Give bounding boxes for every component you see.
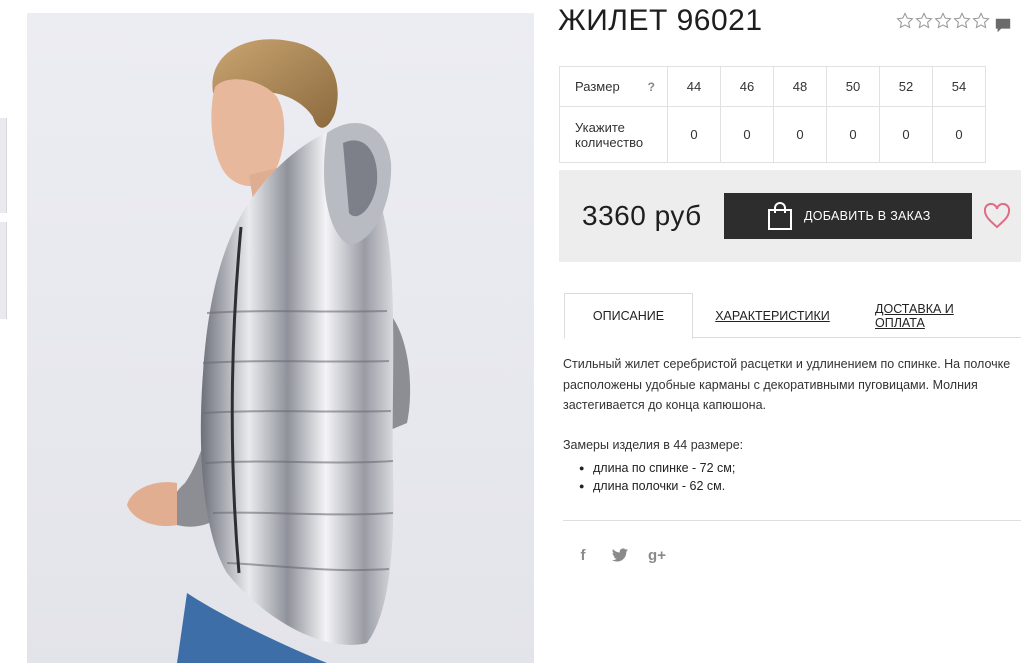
size-cell: 52 bbox=[879, 66, 933, 107]
measures-list: длина по спинке - 72 см; длина полочки -… bbox=[579, 459, 735, 495]
star-icon[interactable] bbox=[972, 12, 990, 30]
star-icon[interactable] bbox=[953, 12, 971, 30]
star-icon[interactable] bbox=[934, 12, 952, 30]
size-table: Размер ? 44 46 48 50 52 54 Укажите колич… bbox=[559, 66, 986, 163]
shopping-bag-icon bbox=[768, 202, 792, 230]
size-cell: 54 bbox=[932, 66, 986, 107]
price: 3360 руб bbox=[582, 200, 702, 231]
star-icon[interactable] bbox=[915, 12, 933, 30]
size-cell: 48 bbox=[773, 66, 827, 107]
quantity-input[interactable]: 0 bbox=[826, 106, 880, 163]
rating-stars[interactable] bbox=[896, 12, 990, 30]
star-icon[interactable] bbox=[896, 12, 914, 30]
tab-delivery-payment[interactable]: ДОСТАВКА И ОПЛАТА bbox=[875, 293, 1001, 338]
thumbnail-edge-2[interactable] bbox=[0, 222, 7, 319]
product-photo bbox=[27, 13, 534, 663]
quantity-input[interactable]: 0 bbox=[879, 106, 933, 163]
description-text: Стильный жилет серебристой расцетки и уд… bbox=[563, 357, 1011, 412]
quantity-input[interactable]: 0 bbox=[773, 106, 827, 163]
size-cell: 50 bbox=[826, 66, 880, 107]
measures-title: Замеры изделия в 44 размере: bbox=[563, 438, 744, 452]
quantity-input[interactable]: 0 bbox=[932, 106, 986, 163]
product-photo-illustration bbox=[127, 39, 411, 663]
add-to-order-button[interactable]: ДОБАВИТЬ В ЗАКАЗ bbox=[724, 193, 972, 239]
product-title: ЖИЛЕТ 96021 bbox=[558, 4, 763, 37]
thumbnail-edge-1[interactable] bbox=[0, 118, 7, 213]
help-icon[interactable]: ? bbox=[648, 80, 655, 94]
comment-icon[interactable] bbox=[994, 16, 1012, 34]
size-label: Размер bbox=[575, 79, 620, 94]
size-cell: 44 bbox=[667, 66, 721, 107]
list-item: длина по спинке - 72 см; bbox=[579, 459, 735, 477]
product-tabs: ОПИСАНИЕ ХАРАКТЕРИСТИКИ ДОСТАВКА И ОПЛАТ… bbox=[564, 293, 1021, 339]
tab-characteristics[interactable]: ХАРАКТЕРИСТИКИ bbox=[715, 293, 830, 338]
add-to-order-label: ДОБАВИТЬ В ЗАКАЗ bbox=[804, 209, 931, 223]
heart-icon[interactable] bbox=[983, 203, 1011, 229]
size-cell: 46 bbox=[720, 66, 774, 107]
google-plus-icon[interactable]: g+ bbox=[647, 545, 667, 565]
list-item: длина полочки - 62 см. bbox=[579, 477, 735, 495]
twitter-icon[interactable] bbox=[610, 545, 630, 565]
facebook-icon[interactable]: f bbox=[573, 545, 593, 565]
buy-box: 3360 руб ДОБАВИТЬ В ЗАКАЗ bbox=[559, 170, 1021, 262]
quantity-input[interactable]: 0 bbox=[667, 106, 721, 163]
tab-description[interactable]: ОПИСАНИЕ bbox=[564, 293, 693, 339]
divider bbox=[563, 520, 1021, 521]
quantity-label: Укажите количество bbox=[559, 106, 668, 163]
quantity-input[interactable]: 0 bbox=[720, 106, 774, 163]
